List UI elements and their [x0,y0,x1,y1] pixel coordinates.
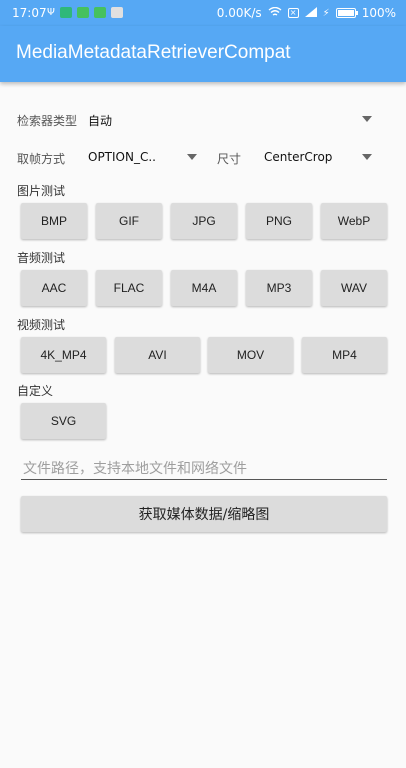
chevron-down-icon [187,154,197,160]
battery-icon [335,8,358,18]
app-bar: MediaMetadataRetrieverCompat [0,26,406,82]
video-test-title: 视频测试 [17,318,66,332]
status-icons-left: Ψ [47,7,123,18]
sim-icon [59,7,72,18]
frame-mode-value: OPTION_C.. [88,150,156,164]
charging-icon: ⚡ [322,7,330,19]
frame-mode-spinner[interactable]: OPTION_C.. [84,142,204,172]
size-value: CenterCrop [264,150,333,164]
signal-icon [304,6,317,20]
retriever-type-spinner[interactable]: 自动 [84,104,386,134]
retriever-type-label: 检索器类型 [17,114,78,128]
status-icons-right: 0.00K/s × ⚡ 100% [217,6,396,20]
size-spinner[interactable]: CenterCrop [260,142,386,172]
status-bar: 17:07 Ψ 0.00K/s × ⚡ 100% [0,0,406,26]
4k-mp4-button[interactable]: 4K_MP4 [21,337,106,373]
avi-button[interactable]: AVI [115,337,200,373]
status-time: 17:07 [12,6,47,20]
flac-button[interactable]: FLAC [96,270,162,306]
app-icon-green-2 [93,7,106,18]
mp4-button[interactable]: MP4 [302,337,387,373]
png-button[interactable]: PNG [246,203,312,239]
mp3-button[interactable]: MP3 [246,270,312,306]
retriever-type-value: 自动 [88,114,113,128]
custom-title: 自定义 [17,384,54,398]
frame-mode-label: 取帧方式 [17,152,66,166]
m4a-button[interactable]: M4A [171,270,237,306]
file-path-input[interactable]: 文件路径，支持本地文件和网络文件 [21,454,387,480]
sim-x-icon: × [287,8,299,18]
jpg-button[interactable]: JPG [171,203,237,239]
aac-button[interactable]: AAC [21,270,87,306]
app-icon-green [76,7,89,18]
webp-button[interactable]: WebP [321,203,387,239]
wav-button[interactable]: WAV [321,270,387,306]
file-path-placeholder: 文件路径，支持本地文件和网络文件 [23,461,247,477]
get-metadata-button[interactable]: 获取媒体数据/缩略图 [21,496,387,532]
wifi-icon [268,6,282,20]
image-test-title: 图片测试 [17,184,66,198]
gif-button[interactable]: GIF [96,203,162,239]
bmp-button[interactable]: BMP [21,203,87,239]
svg-button[interactable]: SVG [21,403,106,439]
app-title: MediaMetadataRetrieverCompat [16,42,291,63]
chevron-down-icon [362,116,372,122]
mov-button[interactable]: MOV [208,337,293,373]
notification-icon [110,7,123,18]
chevron-down-icon [362,154,372,160]
usb-icon: Ψ [47,7,55,18]
audio-test-title: 音频测试 [17,251,66,265]
network-speed: 0.00K/s [216,6,262,20]
size-label: 尺寸 [217,152,242,166]
battery-percent: 100% [361,6,396,20]
